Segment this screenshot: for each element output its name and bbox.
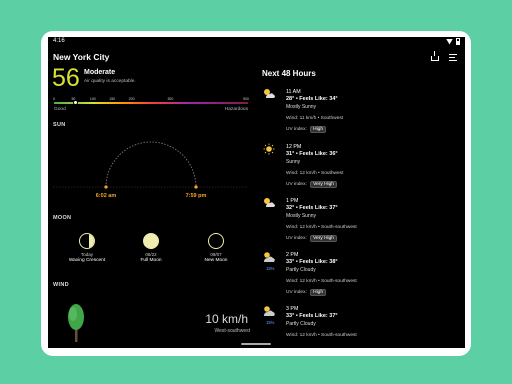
waxing-crescent-icon <box>79 233 95 249</box>
hour-time: 1 PM <box>286 198 299 204</box>
hour-wind: Wind: 12 km/h • South-southwest <box>286 333 357 338</box>
uv-label: UV index: <box>286 236 307 241</box>
partly-cloudy-icon <box>264 306 275 316</box>
uv-badge: Very High <box>310 235 337 242</box>
precip-chance: 15% <box>266 266 275 271</box>
aqi-level: Moderate <box>84 69 116 76</box>
sun-section-title: SUN <box>53 122 66 128</box>
share-icon[interactable] <box>431 51 439 61</box>
hour-temp: 33° • Feels Like: 37° <box>286 313 338 319</box>
precip-chance: 15% <box>266 320 275 325</box>
moon-phase-item: Today Waxing Crescent <box>62 233 112 263</box>
sunset-dot <box>194 185 198 189</box>
sunset-time: 7:59 pm <box>185 193 207 199</box>
wifi-icon <box>446 38 453 45</box>
hour-temp: 32° • Feels Like: 37° <box>286 205 338 211</box>
sunrise-time: 6:02 am <box>95 193 117 199</box>
forecast-hour-item[interactable]: 11 AM 28° • Feels Like: 34° Mostly Sunny… <box>262 88 457 143</box>
moon-date: 09/07 <box>210 252 222 257</box>
sunny-icon <box>263 143 275 155</box>
moon-phase-item: 09/07 New Moon <box>191 233 241 263</box>
sunrise-dot <box>104 185 108 189</box>
status-time: 4:16 <box>53 38 65 44</box>
menu-icon[interactable] <box>449 53 457 61</box>
moon-label: Full Moon <box>140 258 162 263</box>
moon-date: Today <box>80 252 93 257</box>
sun-arc-chart <box>53 141 248 189</box>
hour-temp: 28° • Feels Like: 34° <box>286 96 338 102</box>
hour-condition: Partly Cloudy <box>286 321 316 327</box>
uv-label: UV index: <box>286 127 307 132</box>
hour-time: 3 PM <box>286 306 299 312</box>
mostly-sunny-icon <box>264 198 275 207</box>
moon-label: New Moon <box>204 258 228 263</box>
hour-condition: Sunny <box>286 159 301 165</box>
toolbar-actions <box>431 51 457 61</box>
aqi-value: 56 <box>52 64 80 92</box>
forecast-title: Next 48 Hours <box>262 69 316 78</box>
partly-cloudy-icon <box>264 252 275 262</box>
aqi-tick: 150 <box>109 97 116 101</box>
aqi-description: Air quality is acceptable. <box>84 79 136 84</box>
aqi-gradient-bar <box>54 102 248 104</box>
aqi-tick: 200 <box>128 97 135 101</box>
app-screen: 4:16 New York City 56 Moderate Air quali… <box>48 37 465 348</box>
hour-uv: UV index: Very High <box>286 181 337 188</box>
wind-speed: 10 km/h <box>205 312 248 326</box>
hour-time: 2 PM <box>286 252 299 258</box>
moon-section-title: MOON <box>53 215 72 221</box>
city-name: New York City <box>53 52 110 62</box>
mostly-sunny-icon <box>264 89 275 98</box>
hour-wind: Wind: 12 km/h • South-southwest <box>286 279 357 284</box>
hour-uv: UV index: High <box>286 289 327 296</box>
tree-icon <box>68 304 84 342</box>
hour-temp: 33° • Feels Like: 38° <box>286 259 338 265</box>
wind-section-title: WIND <box>53 282 69 288</box>
forecast-hour-item[interactable]: 15% 3 PM 33° • Feels Like: 37° Partly Cl… <box>262 305 457 348</box>
uv-label: UV index: <box>286 182 307 187</box>
aqi-hazardous-label: Hazardous <box>224 107 248 112</box>
aqi-tick: 100 <box>89 97 96 101</box>
hour-wind: Wind: 12 km/h • Southwest <box>286 171 344 176</box>
hour-condition: Mostly Sunny <box>286 213 317 219</box>
hour-time: 11 AM <box>286 89 301 95</box>
hour-wind: Wind: 11 km/h • Southwest <box>286 116 344 121</box>
status-icons <box>446 38 460 45</box>
moon-label: Waxing Crescent <box>68 258 106 263</box>
aqi-tick: 0 <box>53 97 55 101</box>
home-indicator[interactable] <box>241 343 271 345</box>
status-bar: 4:16 <box>48 37 465 47</box>
hour-time: 12 PM <box>286 144 302 150</box>
aqi-tick: 500 <box>243 97 249 101</box>
uv-badge: Very High <box>310 181 337 188</box>
hour-wind: Wind: 12 km/h • South-southwest <box>286 225 357 230</box>
new-moon-icon <box>208 233 224 249</box>
uv-badge: High <box>310 289 327 296</box>
moon-date: 08/22 <box>145 252 157 257</box>
hour-uv: UV index: High <box>286 126 327 133</box>
full-moon-icon <box>143 233 159 249</box>
wind-direction: West-southwest <box>214 328 250 334</box>
hour-temp: 31° • Feels Like: 36° <box>286 151 338 157</box>
forecast-hour-item[interactable]: 1 PM 32° • Feels Like: 37° Mostly Sunny … <box>262 197 457 252</box>
battery-icon <box>456 38 460 45</box>
aqi-tick: 300 <box>167 97 174 101</box>
forecast-hour-item[interactable]: 12 PM 31° • Feels Like: 36° Sunny Wind: … <box>262 143 457 198</box>
hour-uv: UV index: Very High <box>286 235 337 242</box>
forecast-hour-item[interactable]: 15% 2 PM 33° • Feels Like: 38° Partly Cl… <box>262 251 457 306</box>
uv-label: UV index: <box>286 290 307 295</box>
sun-path-arc <box>105 141 197 188</box>
hour-condition: Partly Cloudy <box>286 267 316 273</box>
uv-badge: High <box>310 126 327 133</box>
hour-condition: Mostly Sunny <box>286 104 317 110</box>
moon-phase-item: 08/22 Full Moon <box>126 233 176 263</box>
aqi-good-label: Good <box>54 107 66 112</box>
